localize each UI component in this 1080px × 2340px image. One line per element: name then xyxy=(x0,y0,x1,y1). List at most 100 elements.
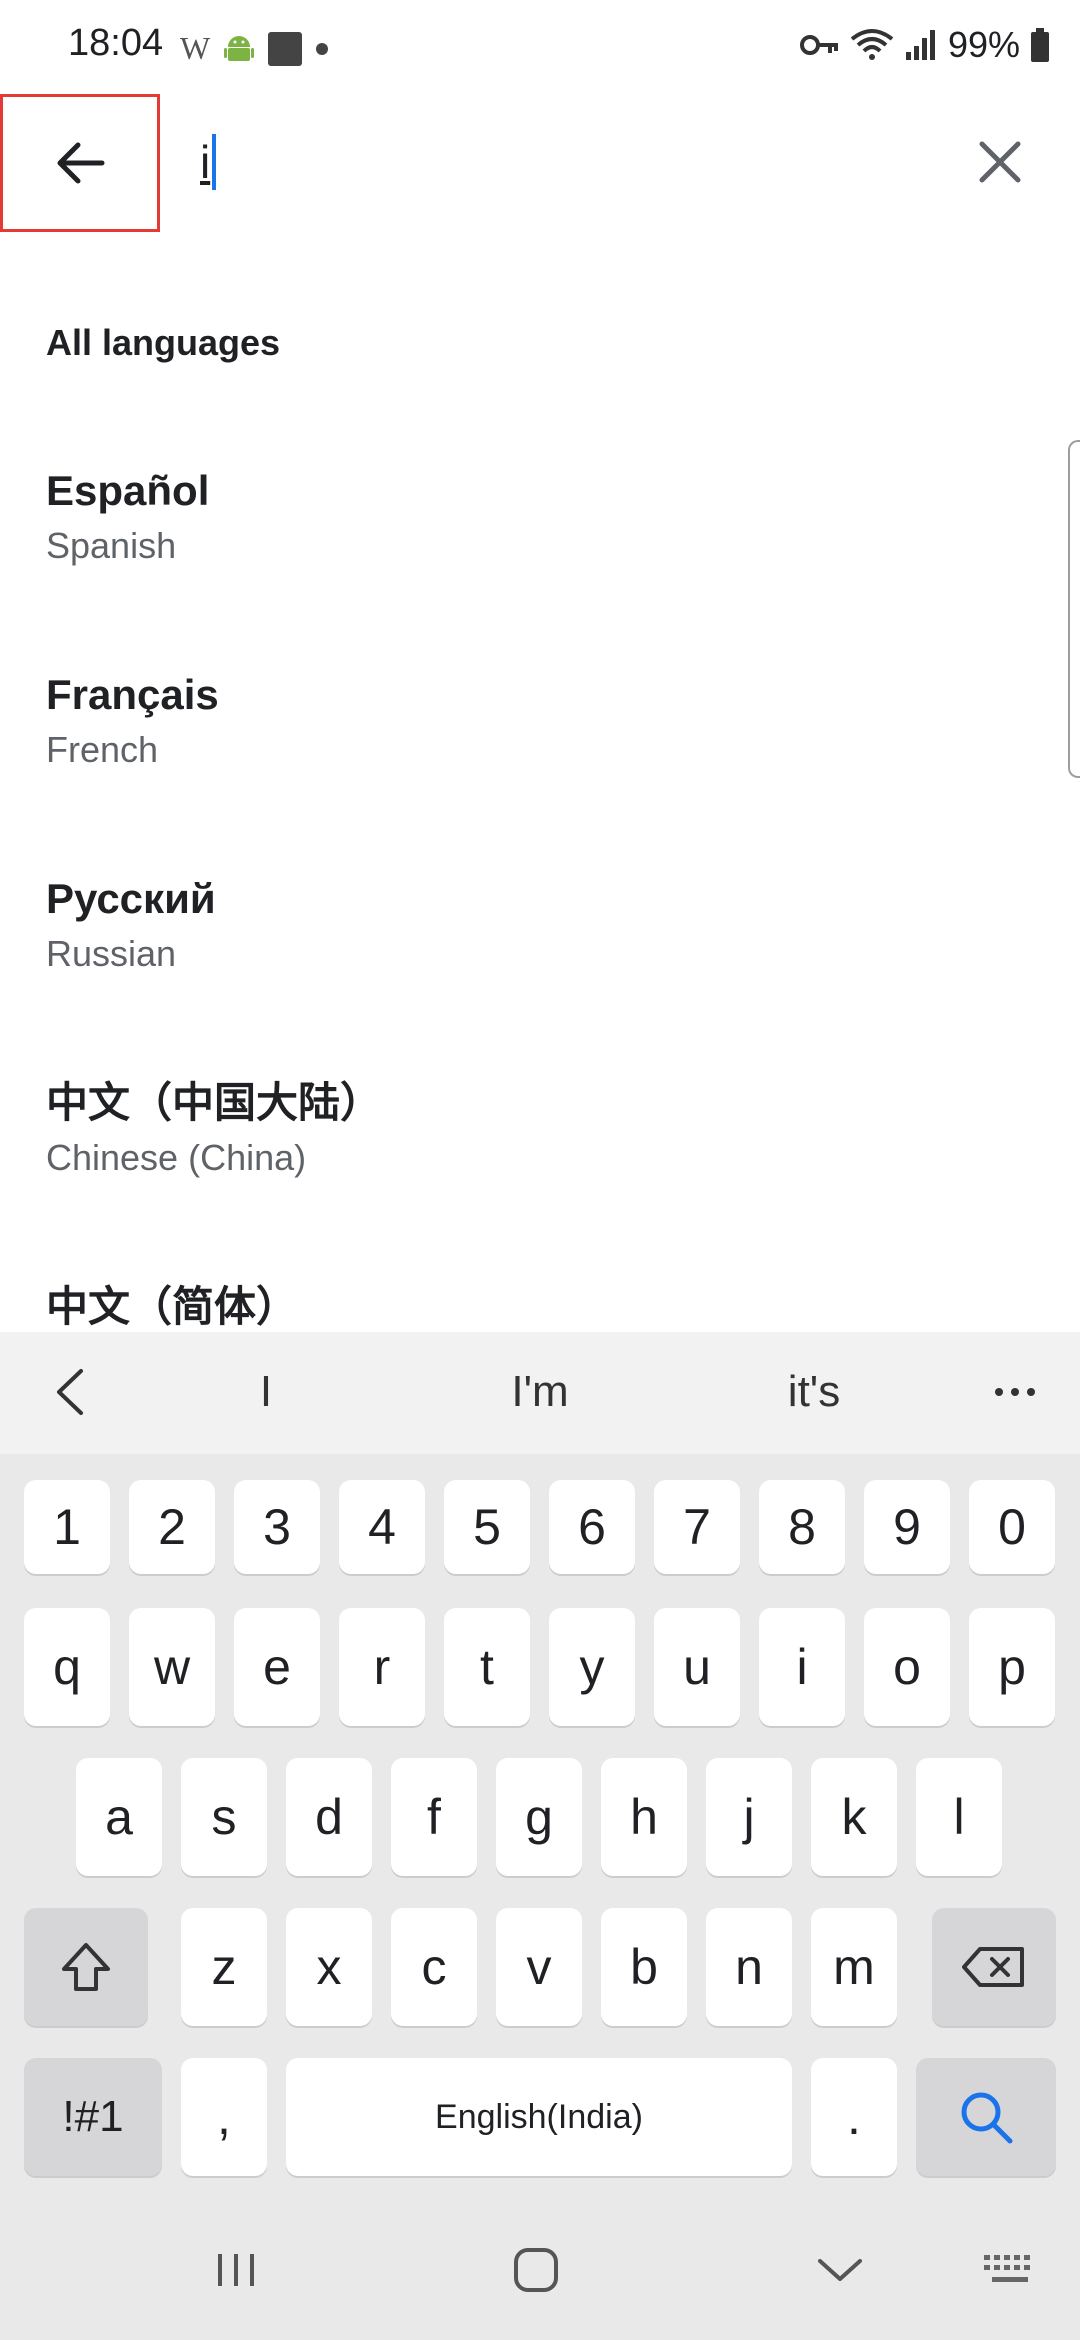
list-item[interactable]: 中文（简体） xyxy=(0,1256,1080,1330)
key-7[interactable]: 7 xyxy=(654,1480,740,1574)
key-4[interactable]: 4 xyxy=(339,1480,425,1574)
key-e[interactable]: e xyxy=(234,1608,320,1726)
more-options-button[interactable] xyxy=(980,1362,1050,1422)
key-i[interactable]: i xyxy=(759,1608,845,1726)
suggestion-collapse-button[interactable] xyxy=(40,1362,100,1422)
key-v[interactable]: v xyxy=(496,1908,582,2026)
key-8[interactable]: 8 xyxy=(759,1480,845,1574)
language-list: Español Spanish Français French Русский … xyxy=(0,440,1080,1330)
status-system-icons: 99% xyxy=(799,24,1050,66)
list-item[interactable]: Français French xyxy=(0,644,1080,848)
search-header: i xyxy=(0,92,1080,242)
keyboard-icon xyxy=(984,2255,1030,2282)
more-dot-icon xyxy=(1011,1388,1019,1396)
symbols-key[interactable]: !#1 xyxy=(24,2058,162,2176)
key-p[interactable]: p xyxy=(969,1608,1055,1726)
signal-icon xyxy=(905,30,935,60)
search-action-key[interactable] xyxy=(916,2058,1056,2176)
fast-scroll-handle[interactable] xyxy=(1068,440,1080,778)
key-m[interactable]: m xyxy=(811,1908,897,2026)
recents-icon xyxy=(218,2254,254,2286)
key-9[interactable]: 9 xyxy=(864,1480,950,1574)
key-t[interactable]: t xyxy=(444,1608,530,1726)
battery-icon xyxy=(1031,28,1049,62)
key-z[interactable]: z xyxy=(181,1908,267,2026)
keyboard-switch-button[interactable] xyxy=(970,2240,1050,2300)
on-screen-keyboard: I I'm it's 1 2 3 4 5 6 7 8 9 0 q w e r t… xyxy=(0,1332,1080,2340)
vpn-key-icon xyxy=(799,35,838,55)
language-name: Français xyxy=(46,671,219,718)
key-k[interactable]: k xyxy=(811,1758,897,1876)
recents-button[interactable] xyxy=(196,2240,276,2300)
language-name: Español xyxy=(46,467,210,514)
key-g[interactable]: g xyxy=(496,1758,582,1876)
language-english-name: Russian xyxy=(46,933,177,974)
key-s[interactable]: s xyxy=(181,1758,267,1876)
key-6[interactable]: 6 xyxy=(549,1480,635,1574)
backspace-icon xyxy=(962,1947,1024,1987)
key-2[interactable]: 2 xyxy=(129,1480,215,1574)
search-input-value: i xyxy=(200,136,211,188)
language-name: Русский xyxy=(46,875,216,922)
key-x[interactable]: x xyxy=(286,1908,372,2026)
square-icon xyxy=(268,31,303,66)
home-button[interactable] xyxy=(496,2240,576,2300)
android-icon xyxy=(224,35,255,61)
key-5[interactable]: 5 xyxy=(444,1480,530,1574)
search-input[interactable]: i xyxy=(200,122,900,202)
key-comma[interactable]: , xyxy=(181,2058,267,2176)
key-n[interactable]: n xyxy=(706,1908,792,2026)
list-item[interactable]: 中文（中国大陆） Chinese (China) xyxy=(0,1052,1080,1256)
language-english-name: Spanish xyxy=(46,525,177,566)
key-f[interactable]: f xyxy=(391,1758,477,1876)
back-button[interactable] xyxy=(0,94,160,232)
key-h[interactable]: h xyxy=(601,1758,687,1876)
system-navigation-bar xyxy=(0,2200,1080,2340)
hide-keyboard-button[interactable] xyxy=(800,2240,880,2300)
suggestion-word[interactable]: I'm xyxy=(440,1362,640,1422)
key-3[interactable]: 3 xyxy=(234,1480,320,1574)
language-english-name: Chinese (China) xyxy=(46,1137,307,1178)
search-icon xyxy=(961,2092,1013,2144)
more-dot-icon xyxy=(995,1388,1003,1396)
key-j[interactable]: j xyxy=(706,1758,792,1876)
space-key[interactable]: English(India) xyxy=(286,2058,792,2176)
arrow-back-icon xyxy=(57,142,105,184)
shift-icon xyxy=(62,1943,110,1991)
language-name: 中文（中国大陆） xyxy=(46,1079,383,1126)
close-icon xyxy=(979,141,1021,183)
key-q[interactable]: q xyxy=(24,1608,110,1726)
more-dot-icon xyxy=(1027,1388,1035,1396)
status-notification-icons: W xyxy=(180,30,329,67)
language-name: 中文（简体） xyxy=(46,1283,299,1330)
key-y[interactable]: y xyxy=(549,1608,635,1726)
clear-search-button[interactable] xyxy=(960,122,1040,202)
section-title: All languages xyxy=(46,322,281,363)
suggestion-word[interactable]: it's xyxy=(714,1362,914,1422)
key-period[interactable]: . xyxy=(811,2058,897,2176)
battery-percent: 99% xyxy=(947,24,1020,65)
list-item[interactable]: Русский Russian xyxy=(0,848,1080,1052)
key-o[interactable]: o xyxy=(864,1608,950,1726)
shift-key[interactable] xyxy=(24,1908,148,2026)
key-r[interactable]: r xyxy=(339,1608,425,1726)
dot-icon xyxy=(316,42,329,55)
chevron-left-icon xyxy=(57,1369,83,1415)
backspace-key[interactable] xyxy=(932,1908,1056,2026)
suggestion-word[interactable]: I xyxy=(166,1362,366,1422)
language-english-name: French xyxy=(46,729,159,770)
key-l[interactable]: l xyxy=(916,1758,1002,1876)
suggestion-bar: I I'm it's xyxy=(0,1332,1080,1454)
key-a[interactable]: a xyxy=(76,1758,162,1876)
key-1[interactable]: 1 xyxy=(24,1480,110,1574)
key-b[interactable]: b xyxy=(601,1908,687,2026)
list-item[interactable]: Español Spanish xyxy=(0,440,1080,644)
key-c[interactable]: c xyxy=(391,1908,477,2026)
key-u[interactable]: u xyxy=(654,1608,740,1726)
key-0[interactable]: 0 xyxy=(969,1480,1055,1574)
hide-keyboard-icon xyxy=(818,2259,862,2281)
home-icon xyxy=(514,2248,558,2292)
key-d[interactable]: d xyxy=(286,1758,372,1876)
key-w[interactable]: w xyxy=(129,1608,215,1726)
status-bar: 18:04 W 99% xyxy=(0,0,1080,92)
